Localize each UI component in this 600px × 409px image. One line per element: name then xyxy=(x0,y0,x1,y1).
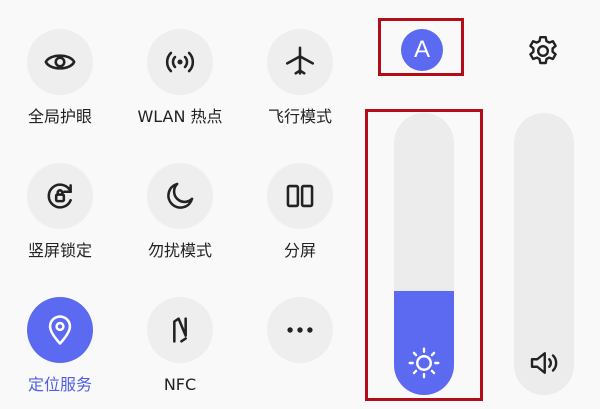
tile-label: 竖屏锁定 xyxy=(27,241,92,260)
location-pin-icon xyxy=(48,315,72,345)
volume-slider[interactable] xyxy=(514,113,574,395)
nfc-toggle[interactable] xyxy=(147,297,213,363)
tile-do-not-disturb[interactable]: 勿扰模式 xyxy=(120,163,240,261)
tile-location-services[interactable]: 定位服务 xyxy=(0,297,120,395)
tile-nfc[interactable]: NFC xyxy=(120,297,240,395)
gear-icon[interactable] xyxy=(525,33,561,69)
tile-label: 全局护眼 xyxy=(27,107,92,126)
tile-label: 勿扰模式 xyxy=(147,241,212,260)
tile-rotation-lock[interactable]: 竖屏锁定 xyxy=(0,163,120,261)
eye-icon xyxy=(44,54,76,70)
tile-label: WLAN 热点 xyxy=(137,107,223,126)
split-screen-icon xyxy=(286,184,314,208)
more-button[interactable] xyxy=(267,297,333,363)
tile-airplane-mode[interactable]: 飞行模式 xyxy=(240,29,360,127)
more-icon xyxy=(287,327,313,333)
split-screen-toggle[interactable] xyxy=(267,163,333,229)
rotation-lock-toggle[interactable] xyxy=(27,163,93,229)
wlan-hotspot-toggle[interactable] xyxy=(147,29,213,95)
tile-split-screen[interactable]: 分屏 xyxy=(240,163,360,261)
location-services-toggle[interactable] xyxy=(27,297,93,363)
airplane-mode-toggle[interactable] xyxy=(267,29,333,95)
tile-label: 飞行模式 xyxy=(267,107,332,126)
rotation-lock-icon xyxy=(47,183,72,209)
tile-label: 分屏 xyxy=(283,241,316,260)
tile-label: NFC xyxy=(163,375,197,394)
highlight-box-auto-brightness xyxy=(378,18,464,76)
hotspot-icon xyxy=(165,51,195,73)
airplane-icon xyxy=(285,46,315,75)
nfc-icon xyxy=(173,317,187,343)
do-not-disturb-toggle[interactable] xyxy=(147,163,213,229)
moon-icon xyxy=(167,182,194,209)
tile-wlan-hotspot[interactable]: WLAN 热点 xyxy=(120,29,240,127)
eye-comfort-toggle[interactable] xyxy=(27,29,93,95)
highlight-box-brightness-slider xyxy=(365,109,483,401)
tile-label: 定位服务 xyxy=(27,375,92,394)
speaker-icon xyxy=(530,352,558,374)
tile-eye-comfort[interactable]: 全局护眼 xyxy=(0,29,120,127)
tile-more[interactable] xyxy=(240,297,360,375)
